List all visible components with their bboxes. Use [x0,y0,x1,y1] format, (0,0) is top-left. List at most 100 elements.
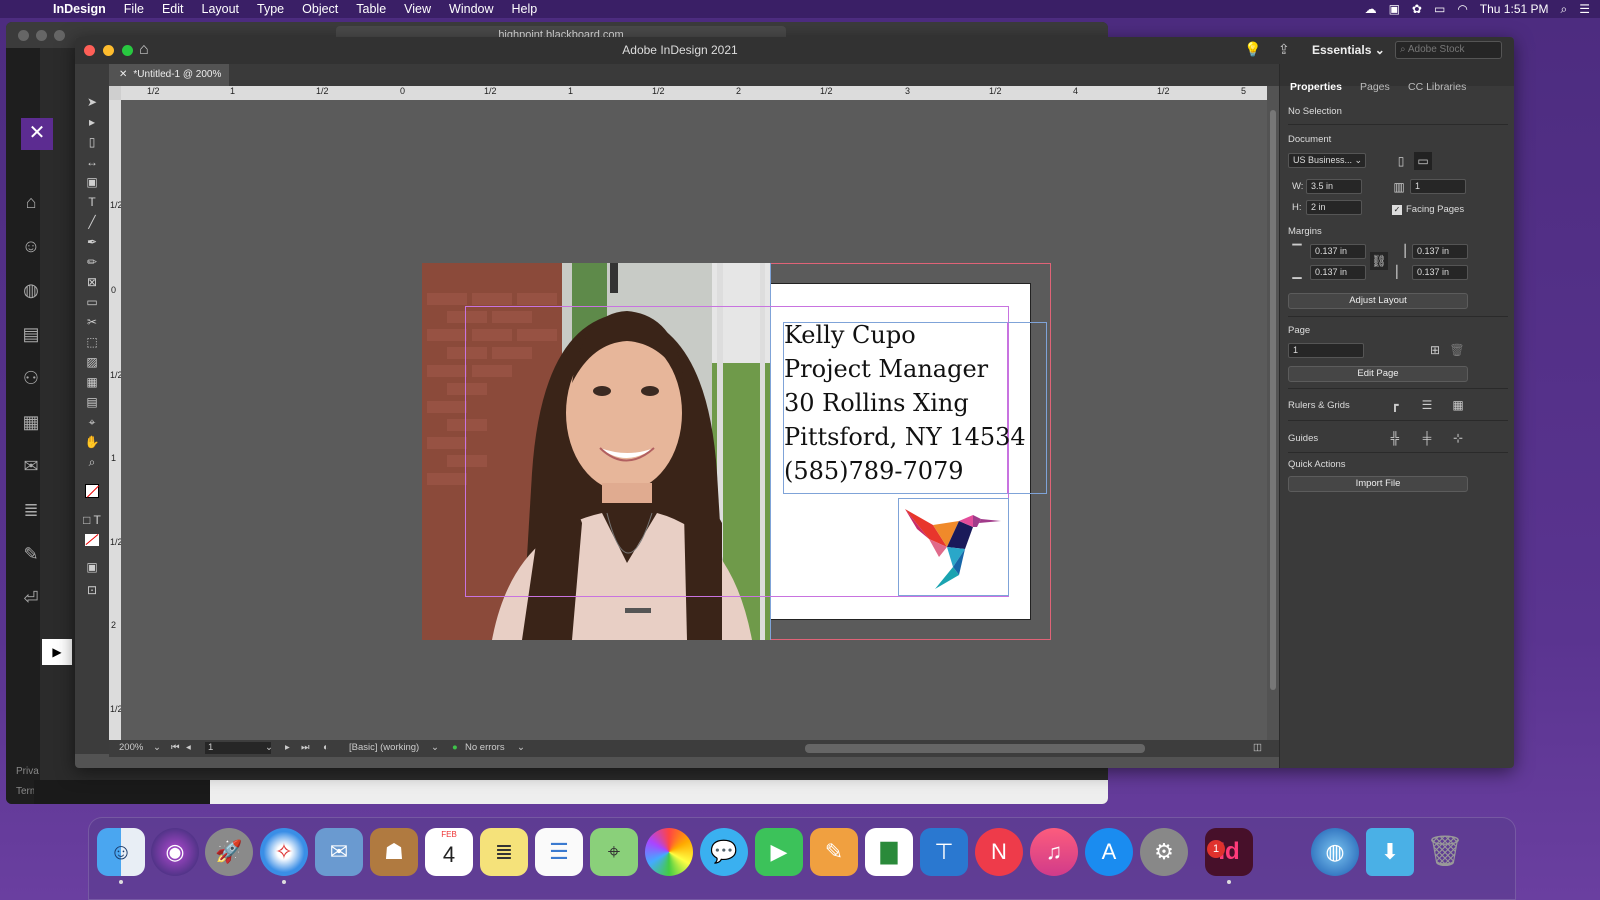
menu-type[interactable]: Type [248,2,293,16]
note-tool-icon[interactable]: ▤ [83,394,101,410]
split-view-icon[interactable]: ◫ [1253,742,1262,753]
selection-tool-icon[interactable]: ➤ [83,94,101,110]
delete-page-icon[interactable]: 🗑 [1448,341,1466,359]
news-icon[interactable]: N [975,828,1023,876]
document-preset-select[interactable]: US Business... ⌄ [1288,153,1366,168]
card-job-title[interactable]: Project Manager [784,352,1026,386]
music-icon[interactable]: ♫ [1030,828,1078,876]
mail-icon[interactable]: ✉ [315,828,363,876]
messages-icon[interactable]: 💬 [700,828,748,876]
import-file-button[interactable]: Import File [1288,476,1468,492]
creative-cloud-icon[interactable]: ☁ [1365,2,1377,16]
contacts-icon[interactable]: ☗ [370,828,418,876]
display-icon[interactable]: ▭ [1434,2,1445,16]
menubar-clock[interactable]: Thu 1:51 PM [1480,2,1549,16]
page-tool-icon[interactable]: ▯ [83,134,101,150]
apply-none-icon[interactable] [83,533,101,550]
zoom-tool-icon[interactable]: ⌕ [83,454,101,470]
profile-icon[interactable]: ☺ [20,236,42,258]
app-status-icon[interactable]: ▣ [1389,2,1400,16]
last-page-icon[interactable]: ⏭ [301,742,310,753]
preview-mode-icon[interactable]: ⊡ [83,582,101,598]
pasteboard[interactable]: Kelly Cupo Project Manager 30 Rollins Xi… [121,100,1267,740]
page-number-field[interactable]: 1 [205,742,271,754]
margin-top-field[interactable]: 0.137 in [1310,244,1366,259]
card-name[interactable]: Kelly Cupo [784,318,1026,352]
add-page-icon[interactable]: ⊞ [1426,341,1444,359]
rectangle-frame-tool-icon[interactable]: ⊠ [83,274,101,290]
messages-icon[interactable]: ✉ [20,456,42,478]
pen-tool-icon[interactable]: ✒ [83,234,101,250]
photos-icon[interactable] [645,828,693,876]
organizations-icon[interactable]: ⚇ [20,368,42,390]
document-tab[interactable]: ✕ *Untitled-1 @ 200% [109,64,229,86]
hand-tool-icon[interactable]: ✋ [83,434,101,450]
show-guides-icon[interactable]: ╬ [1386,429,1404,447]
maps-icon[interactable]: ⌖ [590,828,638,876]
system-preferences-icon[interactable]: ⚙ [1140,828,1188,876]
vertical-scrollbar[interactable] [1267,100,1279,740]
workspace-switcher[interactable]: Essentials ⌄ [1312,43,1385,57]
hummingbird-logo[interactable] [898,498,1009,596]
direct-selection-tool-icon[interactable]: ▸ [83,114,101,130]
line-tool-icon[interactable]: ╱ [83,214,101,230]
menu-table[interactable]: Table [347,2,395,16]
card-street[interactable]: 30 Rollins Xing [784,386,1026,420]
notes-icon[interactable]: ≣ [480,828,528,876]
safari-icon[interactable]: ✧ [260,828,308,876]
globe-folder-icon[interactable]: ◍ [1311,828,1359,876]
trash-icon[interactable]: 🗑 [1421,828,1469,876]
keynote-icon[interactable]: ⊤ [920,828,968,876]
launchpad-icon[interactable]: 🚀 [205,828,253,876]
share-icon[interactable]: ⇪ [1278,41,1290,58]
fill-stroke-swatch-icon[interactable] [83,484,101,500]
smart-guides-icon[interactable]: ⊹ [1449,429,1467,447]
globe-icon[interactable]: ◍ [20,280,42,302]
zoom-dropdown-icon[interactable]: ⌄ [153,742,161,753]
finder-icon[interactable]: ☺ [97,828,145,876]
width-field[interactable]: 3.5 in [1306,179,1362,194]
scissors-tool-icon[interactable]: ✂ [83,314,101,330]
vertical-scroll-thumb[interactable] [1270,110,1276,690]
card-city[interactable]: Pittsford, NY 14534 [784,420,1026,454]
vertical-ruler[interactable]: 1/2 0 1/2 1 1/2 2 1/2 [109,100,121,740]
grades-icon[interactable]: ≣ [20,500,42,522]
pencil-tool-icon[interactable]: ✏ [83,254,101,270]
previous-page-icon[interactable]: ◂ [186,742,191,753]
height-field[interactable]: 2 in [1306,200,1362,215]
zoom-level[interactable]: 200% [119,742,143,753]
siri-icon[interactable]: ◉ [151,828,199,876]
downloads-folder-icon[interactable]: ⬇ [1366,828,1414,876]
margin-outside-field[interactable]: 0.137 in [1412,265,1468,280]
first-page-icon[interactable]: ⏮ [171,742,180,753]
menu-window[interactable]: Window [440,2,502,16]
horizontal-ruler[interactable]: 1/2 1 1/2 0 1/2 1 1/2 2 1/2 3 1/2 4 1/2 … [121,86,1267,100]
next-page-icon[interactable]: ▸ [285,742,290,753]
free-transform-tool-icon[interactable]: ⬚ [83,334,101,350]
edit-page-button[interactable]: Edit Page [1288,366,1468,382]
institution-icon[interactable]: ⌂ [20,192,42,214]
menu-file[interactable]: File [115,2,153,16]
tab-cc-libraries[interactable]: CC Libraries [1408,81,1466,93]
rulers-icon[interactable]: ┏ [1386,396,1404,414]
extension-icon[interactable]: ✿ [1412,2,1422,16]
type-tool-icon[interactable]: T [83,194,101,210]
menu-view[interactable]: View [395,2,440,16]
menu-object[interactable]: Object [293,2,347,16]
adjust-layout-button[interactable]: Adjust Layout [1288,293,1468,309]
control-center-icon[interactable]: ☰ [1579,2,1590,16]
menu-app-name[interactable]: InDesign [44,2,115,16]
spotlight-icon[interactable]: ⌕ [1561,2,1568,17]
ruler-origin[interactable] [109,86,121,100]
reminders-icon[interactable]: ☰ [535,828,583,876]
calendar-icon[interactable]: ▦ [20,412,42,434]
gap-tool-icon[interactable]: ↔ [83,154,101,170]
margin-bottom-field[interactable]: 0.137 in [1310,265,1366,280]
pages-count-field[interactable]: 1 [1410,179,1466,194]
content-collector-icon[interactable]: ▣ [83,174,101,190]
page-select[interactable]: 1 [1288,343,1364,358]
app-store-icon[interactable]: A [1085,828,1133,876]
portrait-orientation-icon[interactable]: ▯ [1392,152,1410,170]
close-tab-icon[interactable]: ✕ [119,69,127,80]
gradient-feather-tool-icon[interactable]: ▦ [83,374,101,390]
